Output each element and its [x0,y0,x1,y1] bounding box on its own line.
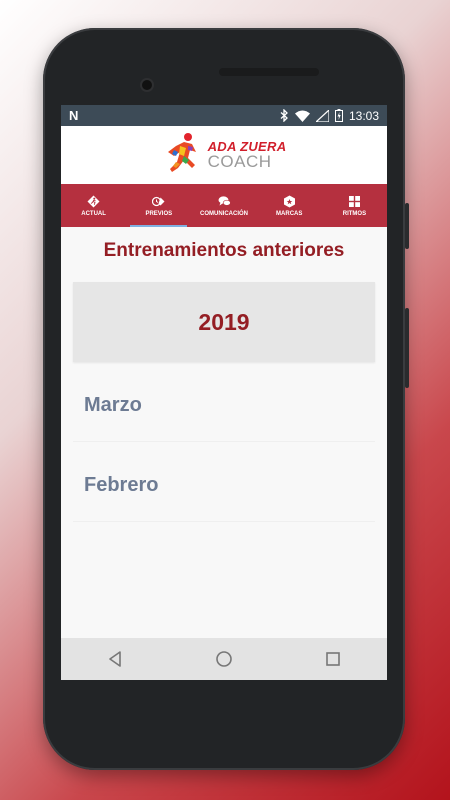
runner-icon [87,195,100,207]
volume-button [405,203,409,249]
recents-icon [325,652,340,666]
page-title: Entrenamientos anteriores [103,240,345,261]
back-button[interactable] [95,644,135,674]
history-icon [152,196,165,206]
cellular-signal-icon [315,109,329,122]
power-button [405,308,409,388]
grid-icon [348,195,360,207]
tab-marcas[interactable]: MARCAS [257,184,322,227]
android-nav-bar [61,638,387,680]
status-bar: N 13:03 [61,105,387,126]
front-camera [142,80,152,90]
app-header: ADA ZUERA COACH [61,126,387,184]
tab-actual-label: ACTUAL [81,210,106,217]
chat-icon [218,195,231,206]
tab-bar: ACTUAL PREVIOS COMUNICACIÓN MARCAS RITMO… [61,184,387,227]
year-header[interactable]: 2019 [73,282,375,362]
home-icon [216,651,232,667]
tab-marcas-label: MARCAS [276,210,303,217]
home-button[interactable] [204,644,244,674]
tab-comunicacion[interactable]: COMUNICACIÓN [191,184,256,227]
recents-button[interactable] [313,644,353,674]
back-icon [109,651,122,667]
main-content: Entrenamientos anteriores 2019 Marzo Feb… [61,240,387,522]
tab-ritmos-label: RITMOS [342,210,367,217]
tab-previos[interactable]: PREVIOS [126,184,191,227]
bluetooth-icon [280,109,288,122]
clock: 13:03 [348,108,379,123]
tab-previos-label: PREVIOS [145,210,173,217]
wifi-icon [294,110,310,122]
brand-subtitle: COACH [207,152,272,171]
notification-icon: N [69,108,79,123]
battery-charging-icon [334,109,343,122]
phone-screen: N 13:03 ADA ZUERA COACH ACTUAL PREVIOS C… [61,105,387,680]
medal-icon [283,195,295,207]
tab-actual[interactable]: ACTUAL [61,184,126,227]
tab-ritmos[interactable]: RITMOS [322,184,387,227]
runner-logo-icon [167,133,196,172]
tab-comunicacion-label: COMUNICACIÓN [200,210,248,217]
list-item-month[interactable]: Febrero [73,450,375,522]
speaker-grille [219,68,319,76]
brand-logo: ADA ZUERA COACH [162,132,287,178]
list-item-month[interactable]: Marzo [73,370,375,442]
